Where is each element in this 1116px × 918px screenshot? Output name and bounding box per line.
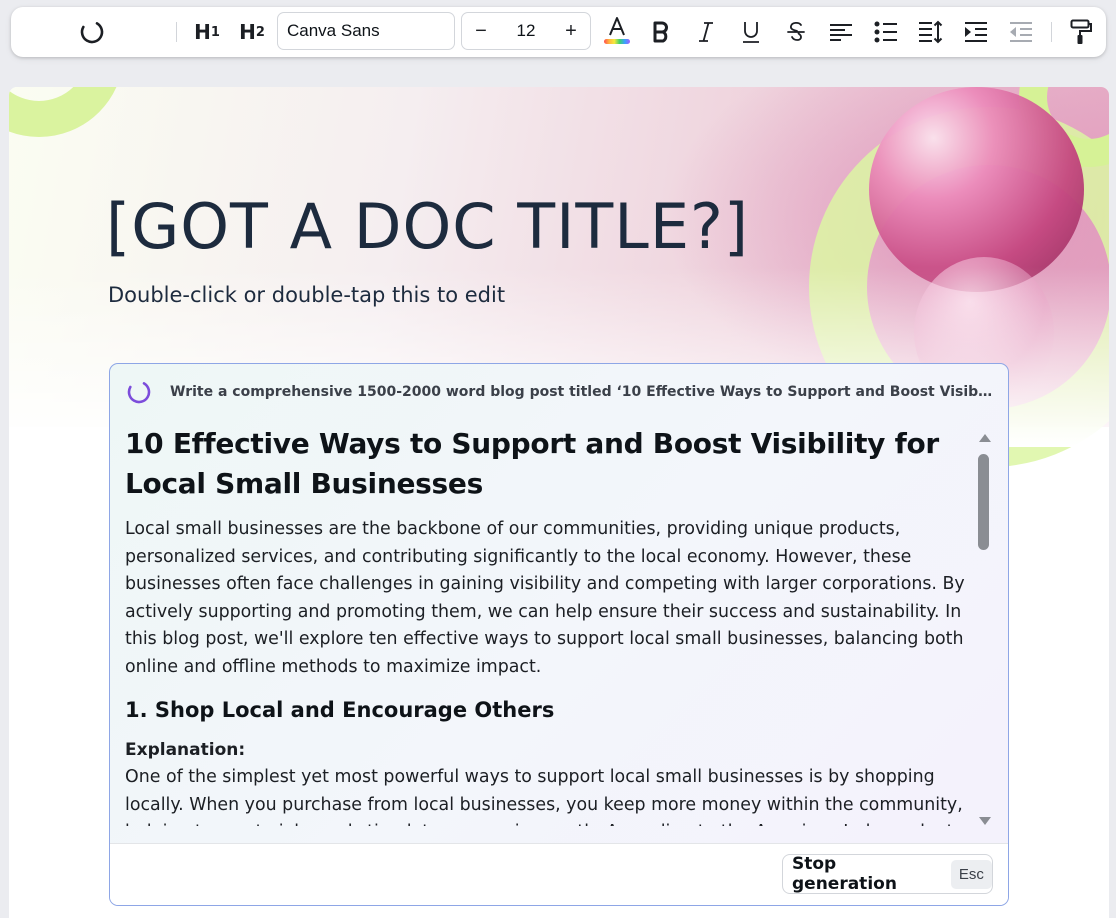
- doc-title[interactable]: [GOT A DOC TITLE?]: [106, 190, 749, 263]
- text-format-toolbar: H1 H2 Canva Sans − 12 +: [11, 7, 1106, 57]
- section-text: One of the simplest yet most powerful wa…: [125, 767, 963, 826]
- scroll-down-arrow-icon[interactable]: [979, 817, 991, 825]
- indent-icon: [965, 22, 987, 42]
- font-size-stepper: − 12 +: [461, 12, 591, 50]
- prompt-text: Write a comprehensive 1500-2000 word blo…: [170, 384, 995, 400]
- format-painter-icon: [1070, 19, 1092, 44]
- generating-spinner-icon: [127, 382, 151, 404]
- doc-subtitle[interactable]: Double-click or double-tap this to edit: [108, 283, 505, 307]
- heading-1-label: H: [194, 20, 211, 44]
- format-painter-button[interactable]: [1066, 7, 1096, 57]
- bullet-list-icon: [874, 21, 897, 43]
- align-left-button[interactable]: [826, 7, 856, 57]
- bold-button[interactable]: [646, 7, 676, 57]
- scrollbar-thumb[interactable]: [978, 454, 989, 550]
- font-size-input[interactable]: 12: [500, 13, 552, 49]
- italic-button[interactable]: [691, 7, 721, 57]
- generated-heading: 10 Effective Ways to Support and Boost V…: [125, 427, 939, 500]
- heading-2-label: H: [239, 20, 256, 44]
- stop-generation-label: Stop generation: [792, 854, 897, 894]
- heading-2-sub: 2: [255, 24, 265, 40]
- font-family-value: Canva Sans: [287, 21, 380, 40]
- panel-footer: Stop generation Esc: [110, 843, 1008, 905]
- strikethrough-icon: [787, 21, 805, 41]
- heading-2-button[interactable]: H2: [236, 7, 268, 57]
- generated-intro: Local small businesses are the backbone …: [125, 519, 965, 677]
- outdent-button[interactable]: [1006, 7, 1036, 57]
- line-spacing-button[interactable]: [916, 7, 946, 57]
- generated-content[interactable]: 10 Effective Ways to Support and Boost V…: [125, 424, 975, 826]
- section-label: Explanation:: [125, 740, 246, 760]
- text-color-icon: [604, 17, 630, 44]
- prompt-row: Write a comprehensive 1500-2000 word blo…: [110, 364, 1008, 422]
- line-spacing-icon: [919, 20, 943, 44]
- document-page: [GOT A DOC TITLE?] Double-click or doubl…: [9, 87, 1109, 918]
- font-size-decrease-button[interactable]: −: [462, 13, 500, 49]
- bullet-list-button[interactable]: [871, 7, 901, 57]
- bold-icon: [653, 21, 668, 43]
- heading-1-sub: 1: [210, 24, 220, 40]
- toolbar-divider: [1051, 22, 1052, 42]
- underline-button[interactable]: [736, 7, 766, 57]
- loading-spinner-icon: [80, 22, 104, 44]
- heading-1-button[interactable]: H1: [191, 7, 223, 57]
- scroll-up-arrow-icon[interactable]: [979, 434, 991, 442]
- ai-generation-panel: Write a comprehensive 1500-2000 word blo…: [109, 363, 1009, 906]
- indent-button[interactable]: [961, 7, 991, 57]
- italic-icon: [699, 22, 713, 42]
- font-size-increase-button[interactable]: +: [552, 13, 590, 49]
- toolbar-divider: [176, 22, 177, 42]
- section-heading: 1. Shop Local and Encourage Others: [125, 698, 555, 722]
- font-family-select[interactable]: Canva Sans: [277, 12, 455, 50]
- text-color-button[interactable]: [601, 7, 633, 57]
- outdent-icon: [1010, 22, 1032, 42]
- stop-generation-button[interactable]: Stop generation Esc: [782, 854, 993, 894]
- align-left-icon: [830, 24, 852, 41]
- esc-shortcut-badge: Esc: [950, 859, 992, 889]
- scrollbar[interactable]: [975, 430, 995, 825]
- underline-icon: [743, 22, 759, 43]
- strikethrough-button[interactable]: [781, 7, 811, 57]
